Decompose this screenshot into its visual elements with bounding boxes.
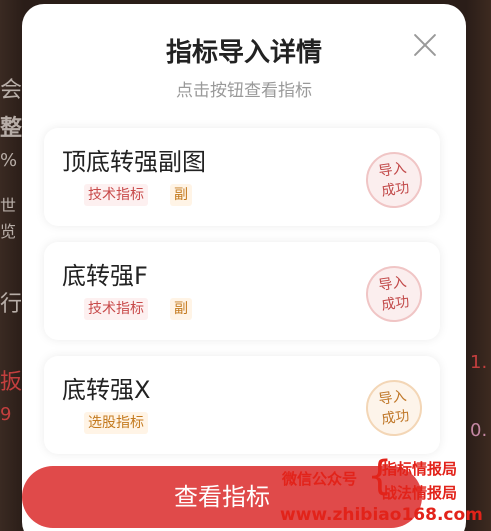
background-text: 扳 <box>0 370 23 395</box>
indicator-card[interactable]: 底转强F 技术指标 副 导入 成功 <box>44 242 440 340</box>
background-text: 1. <box>470 352 488 373</box>
background-text: 9 <box>0 404 12 425</box>
indicator-name: 底转强X <box>62 376 151 404</box>
background-text: 世 <box>0 196 17 215</box>
indicator-card[interactable]: 顶底转强副图 技术指标 副 导入 成功 <box>44 128 440 226</box>
indicator-name: 顶底转强副图 <box>62 148 206 176</box>
indicator-name: 底转强F <box>62 262 148 290</box>
close-icon[interactable] <box>410 30 440 60</box>
watermark-line-a: 指标情报局 <box>382 460 458 478</box>
indicator-sub-tag: 副 <box>170 298 192 320</box>
indicator-type-tag: 选股指标 <box>84 412 148 434</box>
indicator-sub-tag: 副 <box>170 184 192 206</box>
modal-subtitle: 点击按钮查看指标 <box>176 81 312 101</box>
import-success-stamp: 导入 成功 <box>362 376 426 440</box>
stamp-line: 成功 <box>380 180 411 200</box>
background-text: 整 <box>0 116 23 141</box>
stamp-line: 成功 <box>380 294 411 314</box>
indicator-card[interactable]: 底转强X 选股指标 导入 成功 <box>44 356 440 454</box>
background-text: 览 <box>0 222 17 241</box>
indicator-type-tag: 技术指标 <box>84 298 148 320</box>
background-text: 0. <box>470 420 488 441</box>
stamp-line: 成功 <box>380 408 411 428</box>
indicator-type-tag: 技术指标 <box>84 184 148 206</box>
import-success-stamp: 导入 成功 <box>362 148 426 212</box>
watermark-url: www.zhibiao168.com <box>280 505 483 525</box>
modal-title: 指标导入详情 <box>165 38 322 68</box>
import-success-stamp: 导入 成功 <box>362 262 426 326</box>
background-text: 行 <box>0 292 23 317</box>
background-text: 会 <box>0 78 23 103</box>
background-text: % <box>0 150 18 171</box>
watermark-wechat: 微信公众号 <box>282 470 358 488</box>
import-details-modal: 指标导入详情 点击按钮查看指标 顶底转强副图 技术指标 副 导入 成功 底转强F… <box>22 4 466 531</box>
watermark-line-b: 战法情报局 <box>382 484 458 502</box>
